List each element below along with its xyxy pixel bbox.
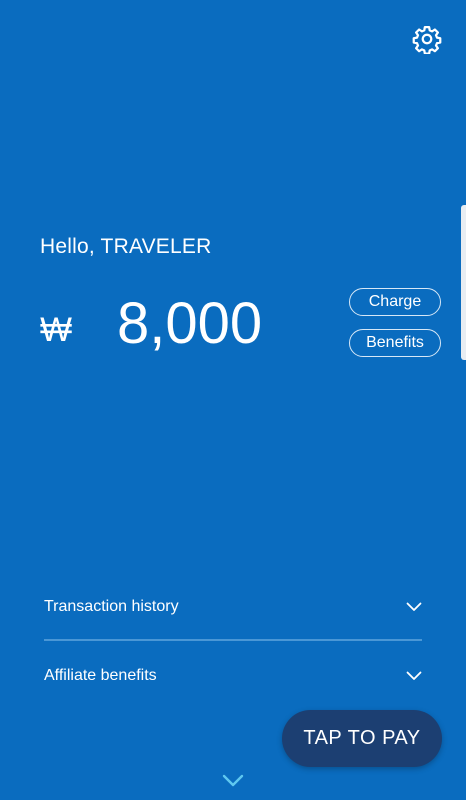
- edge-panel-handle[interactable]: [461, 205, 466, 360]
- transaction-history-label: Transaction history: [44, 598, 179, 615]
- tap-to-pay-button[interactable]: TAP TO PAY: [282, 710, 442, 767]
- settings-button[interactable]: [408, 20, 446, 58]
- affiliate-benefits-label: Affiliate benefits: [44, 667, 157, 684]
- chevron-down-icon: [406, 671, 422, 680]
- section-divider: [44, 639, 422, 641]
- affiliate-benefits-row[interactable]: Affiliate benefits: [44, 656, 422, 696]
- benefits-button[interactable]: Benefits: [349, 329, 441, 357]
- charge-button[interactable]: Charge: [349, 288, 441, 316]
- gear-icon: [412, 26, 442, 54]
- greeting-text: Hello, TRAVELER: [40, 235, 212, 258]
- transaction-history-row[interactable]: Transaction history: [44, 587, 422, 627]
- wallet-screen: Hello, TRAVELER ₩ 8,000 Charge Benefits …: [0, 0, 466, 800]
- currency-symbol: ₩: [40, 311, 73, 349]
- chevron-down-icon: [406, 602, 422, 611]
- balance-amount: 8,000: [117, 291, 263, 356]
- expand-chevron-icon[interactable]: [221, 772, 245, 790]
